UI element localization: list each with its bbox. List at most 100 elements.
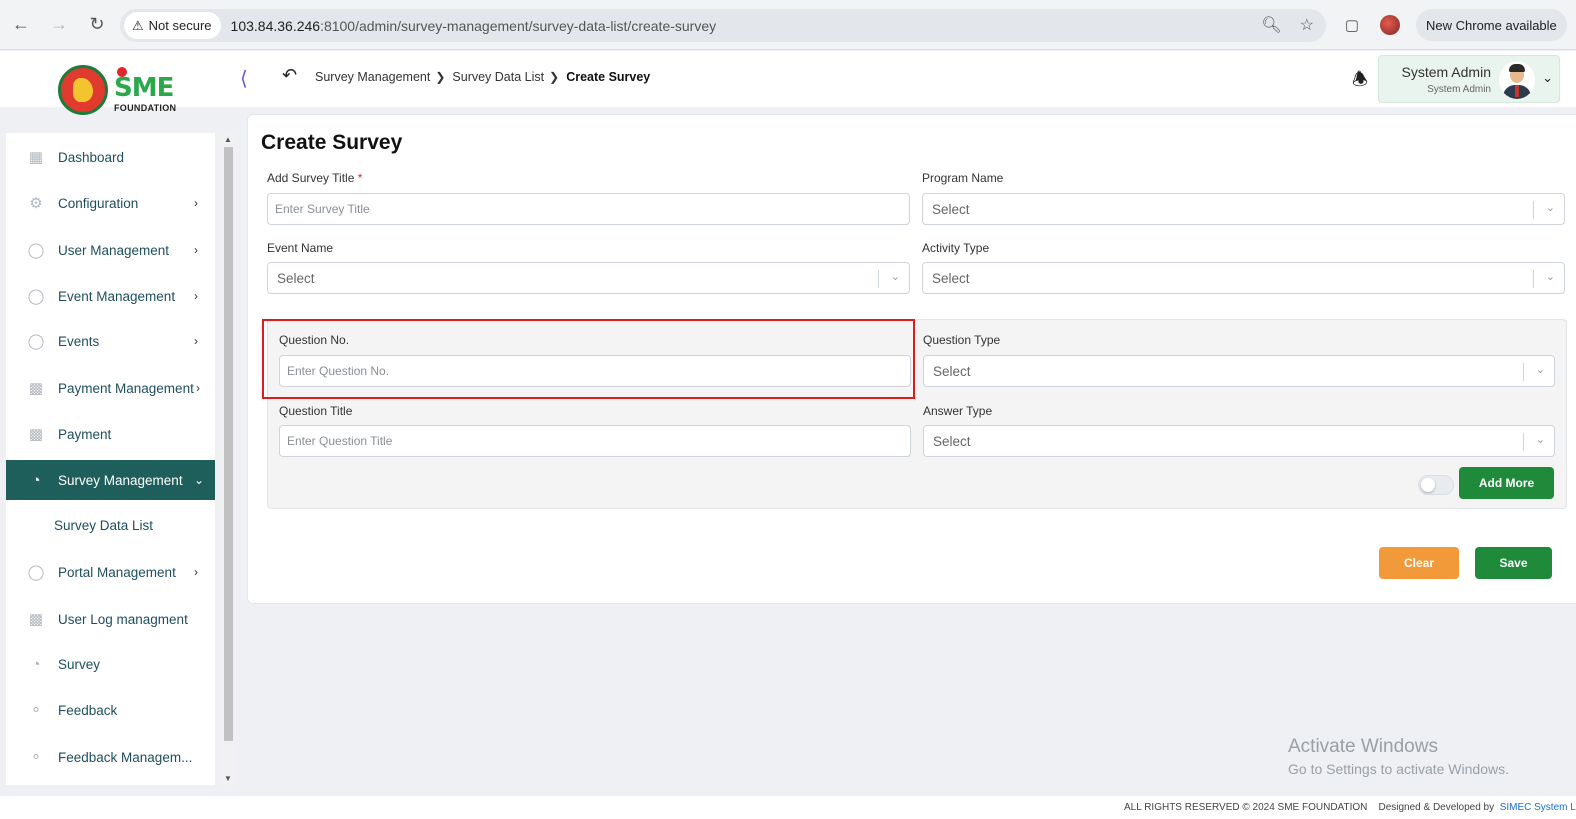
breadcrumb-create-survey: Create Survey: [566, 70, 651, 84]
sidebar-item-label: Feedback: [58, 702, 118, 718]
chevron-down-icon: ⌄: [1535, 364, 1545, 376]
sidebar-item-label: Survey: [58, 656, 101, 672]
footer-company-link[interactable]: SIMEC System Lt: [1500, 802, 1576, 813]
footer-rights: ALL RIGHTS RESERVED © 2024 SME FOUNDATIO…: [1124, 802, 1368, 813]
sidebar-item-payment-management[interactable]: ▩ Payment Management ›: [6, 368, 215, 408]
question-type-label: Question Type: [923, 333, 1001, 347]
activity-type-select[interactable]: Select ⌄: [922, 262, 1565, 294]
undo-back-icon[interactable]: ↶: [282, 65, 297, 86]
sidebar-item-event-management[interactable]: ◯ Event Management ›: [6, 276, 215, 316]
sidebar: ▦ Dashboard ⚙ Configuration › ◯ User Man…: [6, 133, 215, 785]
grid-icon: ▦: [28, 149, 44, 166]
event-name-label: Event Name: [267, 241, 334, 255]
sidebar-item-user-management[interactable]: ◯ User Management ›: [6, 230, 215, 270]
answer-type-select[interactable]: Select ⌄: [923, 425, 1555, 457]
collapse-sidebar-icon[interactable]: ⟨: [240, 66, 248, 91]
avatar: [1499, 61, 1535, 99]
question-title-label: Question Title: [279, 404, 353, 418]
required-mark: *: [357, 171, 363, 185]
sidebar-item-label: Payment: [58, 426, 112, 442]
chevron-down-icon: ⌄: [1542, 70, 1553, 85]
money-icon: ▩: [28, 611, 44, 628]
question-title-input[interactable]: [279, 425, 911, 457]
new-chrome-button[interactable]: New Chrome available: [1416, 9, 1567, 41]
sidebar-item-label: Dashboard: [58, 149, 125, 165]
sidebar-item-label: Feedback Managem...: [58, 749, 193, 765]
security-chip[interactable]: ⚠ Not secure: [124, 12, 221, 39]
sidebar-item-feedback[interactable]: ⚬ Feedback: [6, 690, 215, 730]
scroll-thumb[interactable]: [224, 147, 233, 741]
sidebar-item-label: Portal Management: [58, 564, 176, 580]
sidebar-item-label: Configuration: [58, 195, 139, 211]
sidebar-item-label: Events: [58, 333, 100, 349]
footer: ALL RIGHTS RESERVED © 2024 SME FOUNDATIO…: [0, 796, 1576, 819]
forward-arrow-icon[interactable]: →: [42, 8, 76, 42]
sidebar-item-dashboard[interactable]: ▦ Dashboard: [6, 137, 215, 177]
sidebar-scrollbar[interactable]: ▲ ▼: [221, 133, 236, 785]
logo-title: SME: [114, 73, 174, 103]
user-menu[interactable]: System Admin System Admin ⌄: [1378, 55, 1560, 103]
zoom-icon[interactable]: 🔍︎: [1261, 15, 1281, 35]
app-header: SME FOUNDATION ⟨ ↶ Survey Management ❯ S…: [0, 51, 1576, 115]
pie-icon: ◔: [31, 471, 41, 489]
bell-icon[interactable]: 🕭︎: [1352, 67, 1368, 97]
money-icon: ▩: [28, 426, 44, 443]
sidebar-subitem-survey-data-list[interactable]: Survey Data List: [54, 518, 153, 533]
sidebar-item-survey-management[interactable]: ◔ Survey Management ⌄: [6, 460, 215, 500]
warning-icon: ⚠: [132, 17, 144, 33]
sidebar-item-label: Survey Management: [58, 472, 183, 488]
sidebar-item-label: User Management: [58, 242, 170, 258]
scroll-up-icon[interactable]: ▲: [224, 135, 232, 144]
security-label: Not secure: [148, 18, 212, 33]
survey-title-input[interactable]: [267, 193, 910, 225]
sidebar-item-payment[interactable]: ▩ Payment: [6, 414, 215, 454]
address-bar[interactable]: ⚠ Not secure 103.84.36.246:8100/admin/su…: [120, 9, 1326, 42]
save-button[interactable]: Save: [1475, 547, 1552, 579]
scroll-down-icon[interactable]: ▼: [224, 774, 232, 783]
question-type-select[interactable]: Select ⌄: [923, 355, 1555, 387]
sidebar-item-feedback-management[interactable]: ⚬ Feedback Managem...: [6, 737, 215, 777]
sidebar-item-survey[interactable]: ◔ Survey: [6, 644, 215, 684]
sidebar-item-portal-management[interactable]: ◯ Portal Management ›: [6, 552, 215, 592]
sme-foundation-logo[interactable]: SME FOUNDATION: [58, 65, 180, 115]
reload-icon[interactable]: ↻: [80, 8, 114, 42]
select-value: Select: [932, 271, 970, 286]
back-arrow-icon[interactable]: ←: [4, 8, 38, 42]
sidebar-item-label: Event Management: [58, 288, 176, 304]
windows-watermark-subtitle: Go to Settings to activate Windows.: [1288, 761, 1509, 777]
profile-icon[interactable]: [1378, 13, 1402, 37]
chevron-right-icon: ›: [194, 565, 198, 579]
logo-seal-icon: [58, 65, 108, 115]
sidebar-item-label: User Log managment: [58, 611, 188, 627]
extensions-icon[interactable]: ▢: [1340, 13, 1364, 37]
breadcrumb-survey-management[interactable]: Survey Management: [315, 70, 430, 84]
star-icon[interactable]: ☆: [1300, 15, 1314, 35]
url-path: :8100/admin/survey-management/survey-dat…: [320, 17, 717, 34]
breadcrumb-survey-data-list[interactable]: Survey Data List: [452, 70, 544, 84]
survey-title-label: Add Survey Title *: [267, 171, 363, 185]
clear-button[interactable]: Clear: [1379, 547, 1459, 579]
url-text[interactable]: 103.84.36.246:8100/admin/survey-manageme…: [231, 18, 717, 34]
sidebar-item-user-log[interactable]: ▩ User Log managment: [6, 599, 215, 639]
event-name-select[interactable]: Select ⌄: [267, 262, 910, 294]
logo-subtitle: FOUNDATION: [114, 103, 177, 113]
question-toggle[interactable]: [1418, 475, 1454, 495]
sidebar-item-events[interactable]: ◯ Events ›: [6, 321, 215, 361]
lock-icon: ◯: [27, 288, 45, 305]
browser-toolbar: ← → ↻ ⚠ Not secure 103.84.36.246:8100/ad…: [0, 0, 1576, 50]
lock-icon: ◯: [27, 564, 45, 581]
user-role: System Admin: [1427, 84, 1491, 95]
add-more-button[interactable]: Add More: [1459, 467, 1554, 499]
select-value: Select: [932, 202, 970, 217]
answer-type-label: Answer Type: [923, 404, 993, 418]
money-icon: ▩: [28, 380, 44, 397]
breadcrumb: Survey Management ❯ Survey Data List ❯ C…: [315, 70, 650, 84]
chevron-right-icon: ›: [194, 243, 198, 257]
chevron-right-icon: ❯: [435, 70, 446, 84]
chevron-down-icon: ⌄: [890, 271, 900, 283]
activity-type-label: Activity Type: [922, 241, 990, 255]
program-name-select[interactable]: Select ⌄: [922, 193, 1565, 225]
select-value: Select: [933, 434, 971, 449]
sidebar-item-configuration[interactable]: ⚙ Configuration ›: [6, 183, 215, 223]
feedback-icon: ⚬: [29, 702, 43, 719]
